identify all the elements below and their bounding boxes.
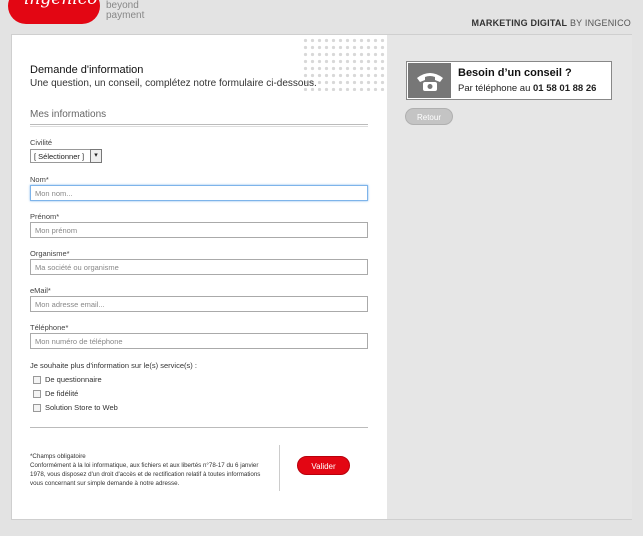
service-label: De questionnaire (45, 375, 102, 384)
form-subtitle: Une question, un conseil, complétez notr… (30, 78, 317, 89)
phone-icon (408, 63, 451, 98)
service-label: De fidélité (45, 389, 79, 398)
footer-divider (30, 427, 368, 428)
phone-prefix: Par téléphone au (458, 83, 534, 94)
organisme-label: Organisme* (30, 249, 70, 258)
legal-notice: *Champs obligatoire Conformément à la lo… (30, 452, 262, 488)
checkbox[interactable] (33, 389, 41, 398)
service-option-questionnaire[interactable]: De questionnaire (33, 375, 102, 384)
required-note: *Champs obligatoire (30, 453, 86, 460)
checkbox[interactable] (33, 375, 41, 384)
advice-title: Besoin d’un conseil ? (458, 67, 572, 79)
checkbox[interactable] (33, 403, 41, 412)
service-option-store-to-web[interactable]: Solution Store to Web (33, 403, 118, 412)
main-panel: Demande d'information Une question, un c… (11, 34, 632, 520)
back-button[interactable]: Retour (405, 108, 453, 125)
logo-tagline: beyond payment (106, 0, 145, 21)
telephone-input[interactable]: Mon numéro de téléphone (30, 333, 368, 349)
prenom-input[interactable]: Mon prénom (30, 222, 368, 238)
logo-text: ingenico (24, 0, 97, 9)
ingenico-logo[interactable]: ingenico (8, 0, 100, 24)
service-option-fidelite[interactable]: De fidélité (33, 389, 78, 398)
submit-button[interactable]: Valider (297, 456, 350, 475)
brand-title: MARKETING DIGITAL BY INGENICO (472, 18, 631, 28)
section-divider (30, 124, 368, 127)
email-label: eMail* (30, 286, 51, 295)
organisme-input[interactable]: Ma société ou organisme (30, 259, 368, 275)
nom-label: Nom* (30, 175, 49, 184)
phone-number[interactable]: 01 58 01 88 26 (533, 83, 596, 94)
telephone-label: Téléphone* (30, 323, 69, 332)
chevron-down-icon[interactable]: ▾ (90, 149, 102, 163)
brand-prefix: MARKETING DIGITAL (471, 18, 568, 28)
legal-text: Conformément à la loi informatique, aux … (30, 462, 261, 487)
advice-phone: Par téléphone au 01 58 01 88 26 (458, 83, 596, 94)
service-label: Solution Store to Web (45, 403, 118, 412)
brand-suffix: BY INGENICO (567, 18, 631, 28)
nom-input[interactable]: Mon nom... (30, 185, 368, 201)
sidebar: Besoin d’un conseil ? Par téléphone au 0… (387, 35, 632, 519)
email-input[interactable]: Mon adresse email... (30, 296, 368, 312)
form-title: Demande d'information (30, 64, 144, 76)
services-question: Je souhaite plus d'information sur le(s)… (30, 361, 197, 370)
civilite-label: Civilité (30, 138, 53, 147)
form-column: Demande d'information Une question, un c… (12, 35, 387, 519)
vertical-divider (279, 445, 280, 491)
prenom-label: Prénom* (30, 212, 60, 221)
section-title: Mes informations (30, 109, 107, 120)
top-bar: ingenico beyond payment MARKETING DIGITA… (0, 0, 643, 34)
advice-box: Besoin d’un conseil ? Par téléphone au 0… (406, 61, 612, 100)
